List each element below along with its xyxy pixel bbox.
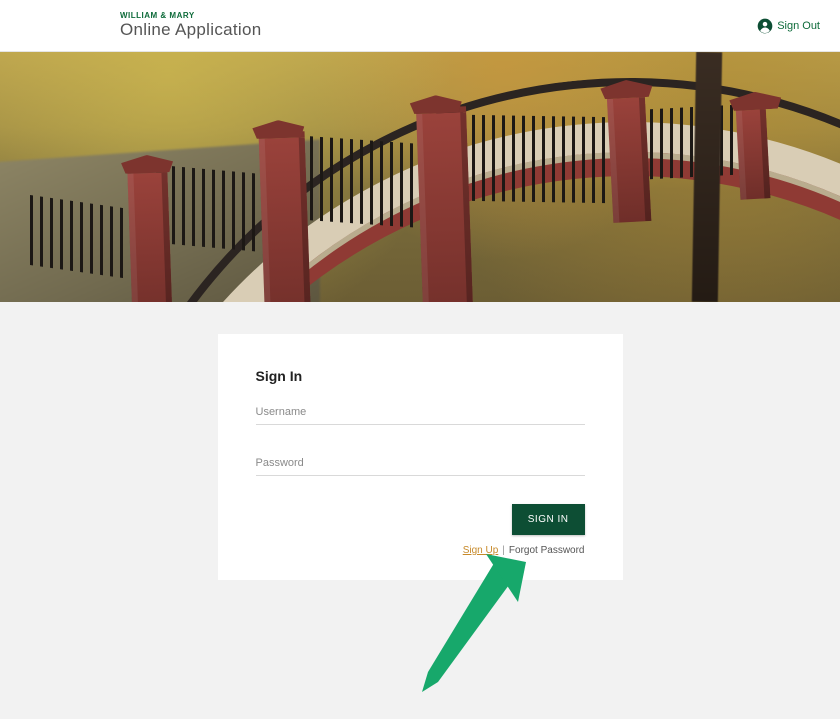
sign-out-link[interactable]: Sign Out bbox=[757, 18, 820, 34]
brand-app-title: Online Application bbox=[120, 21, 262, 40]
login-card-container: Sign In SIGN IN Sign Up | Forgot Passwor… bbox=[0, 302, 840, 580]
sign-up-link[interactable]: Sign Up bbox=[463, 545, 499, 556]
login-actions: SIGN IN bbox=[256, 504, 585, 535]
login-links-row: Sign Up | Forgot Password bbox=[256, 545, 585, 556]
password-input[interactable] bbox=[256, 449, 585, 476]
link-separator: | bbox=[502, 545, 505, 556]
user-circle-icon bbox=[757, 18, 773, 34]
login-card: Sign In SIGN IN Sign Up | Forgot Passwor… bbox=[218, 334, 623, 580]
sign-in-button[interactable]: SIGN IN bbox=[512, 504, 585, 535]
username-input[interactable] bbox=[256, 398, 585, 425]
forgot-password-link[interactable]: Forgot Password bbox=[509, 545, 585, 556]
brand-block: WILLIAM & MARY Online Application bbox=[120, 12, 262, 39]
sign-out-label: Sign Out bbox=[777, 20, 820, 32]
login-heading: Sign In bbox=[256, 368, 585, 384]
hero-bridge-image bbox=[0, 52, 840, 302]
app-header: WILLIAM & MARY Online Application Sign O… bbox=[0, 0, 840, 52]
